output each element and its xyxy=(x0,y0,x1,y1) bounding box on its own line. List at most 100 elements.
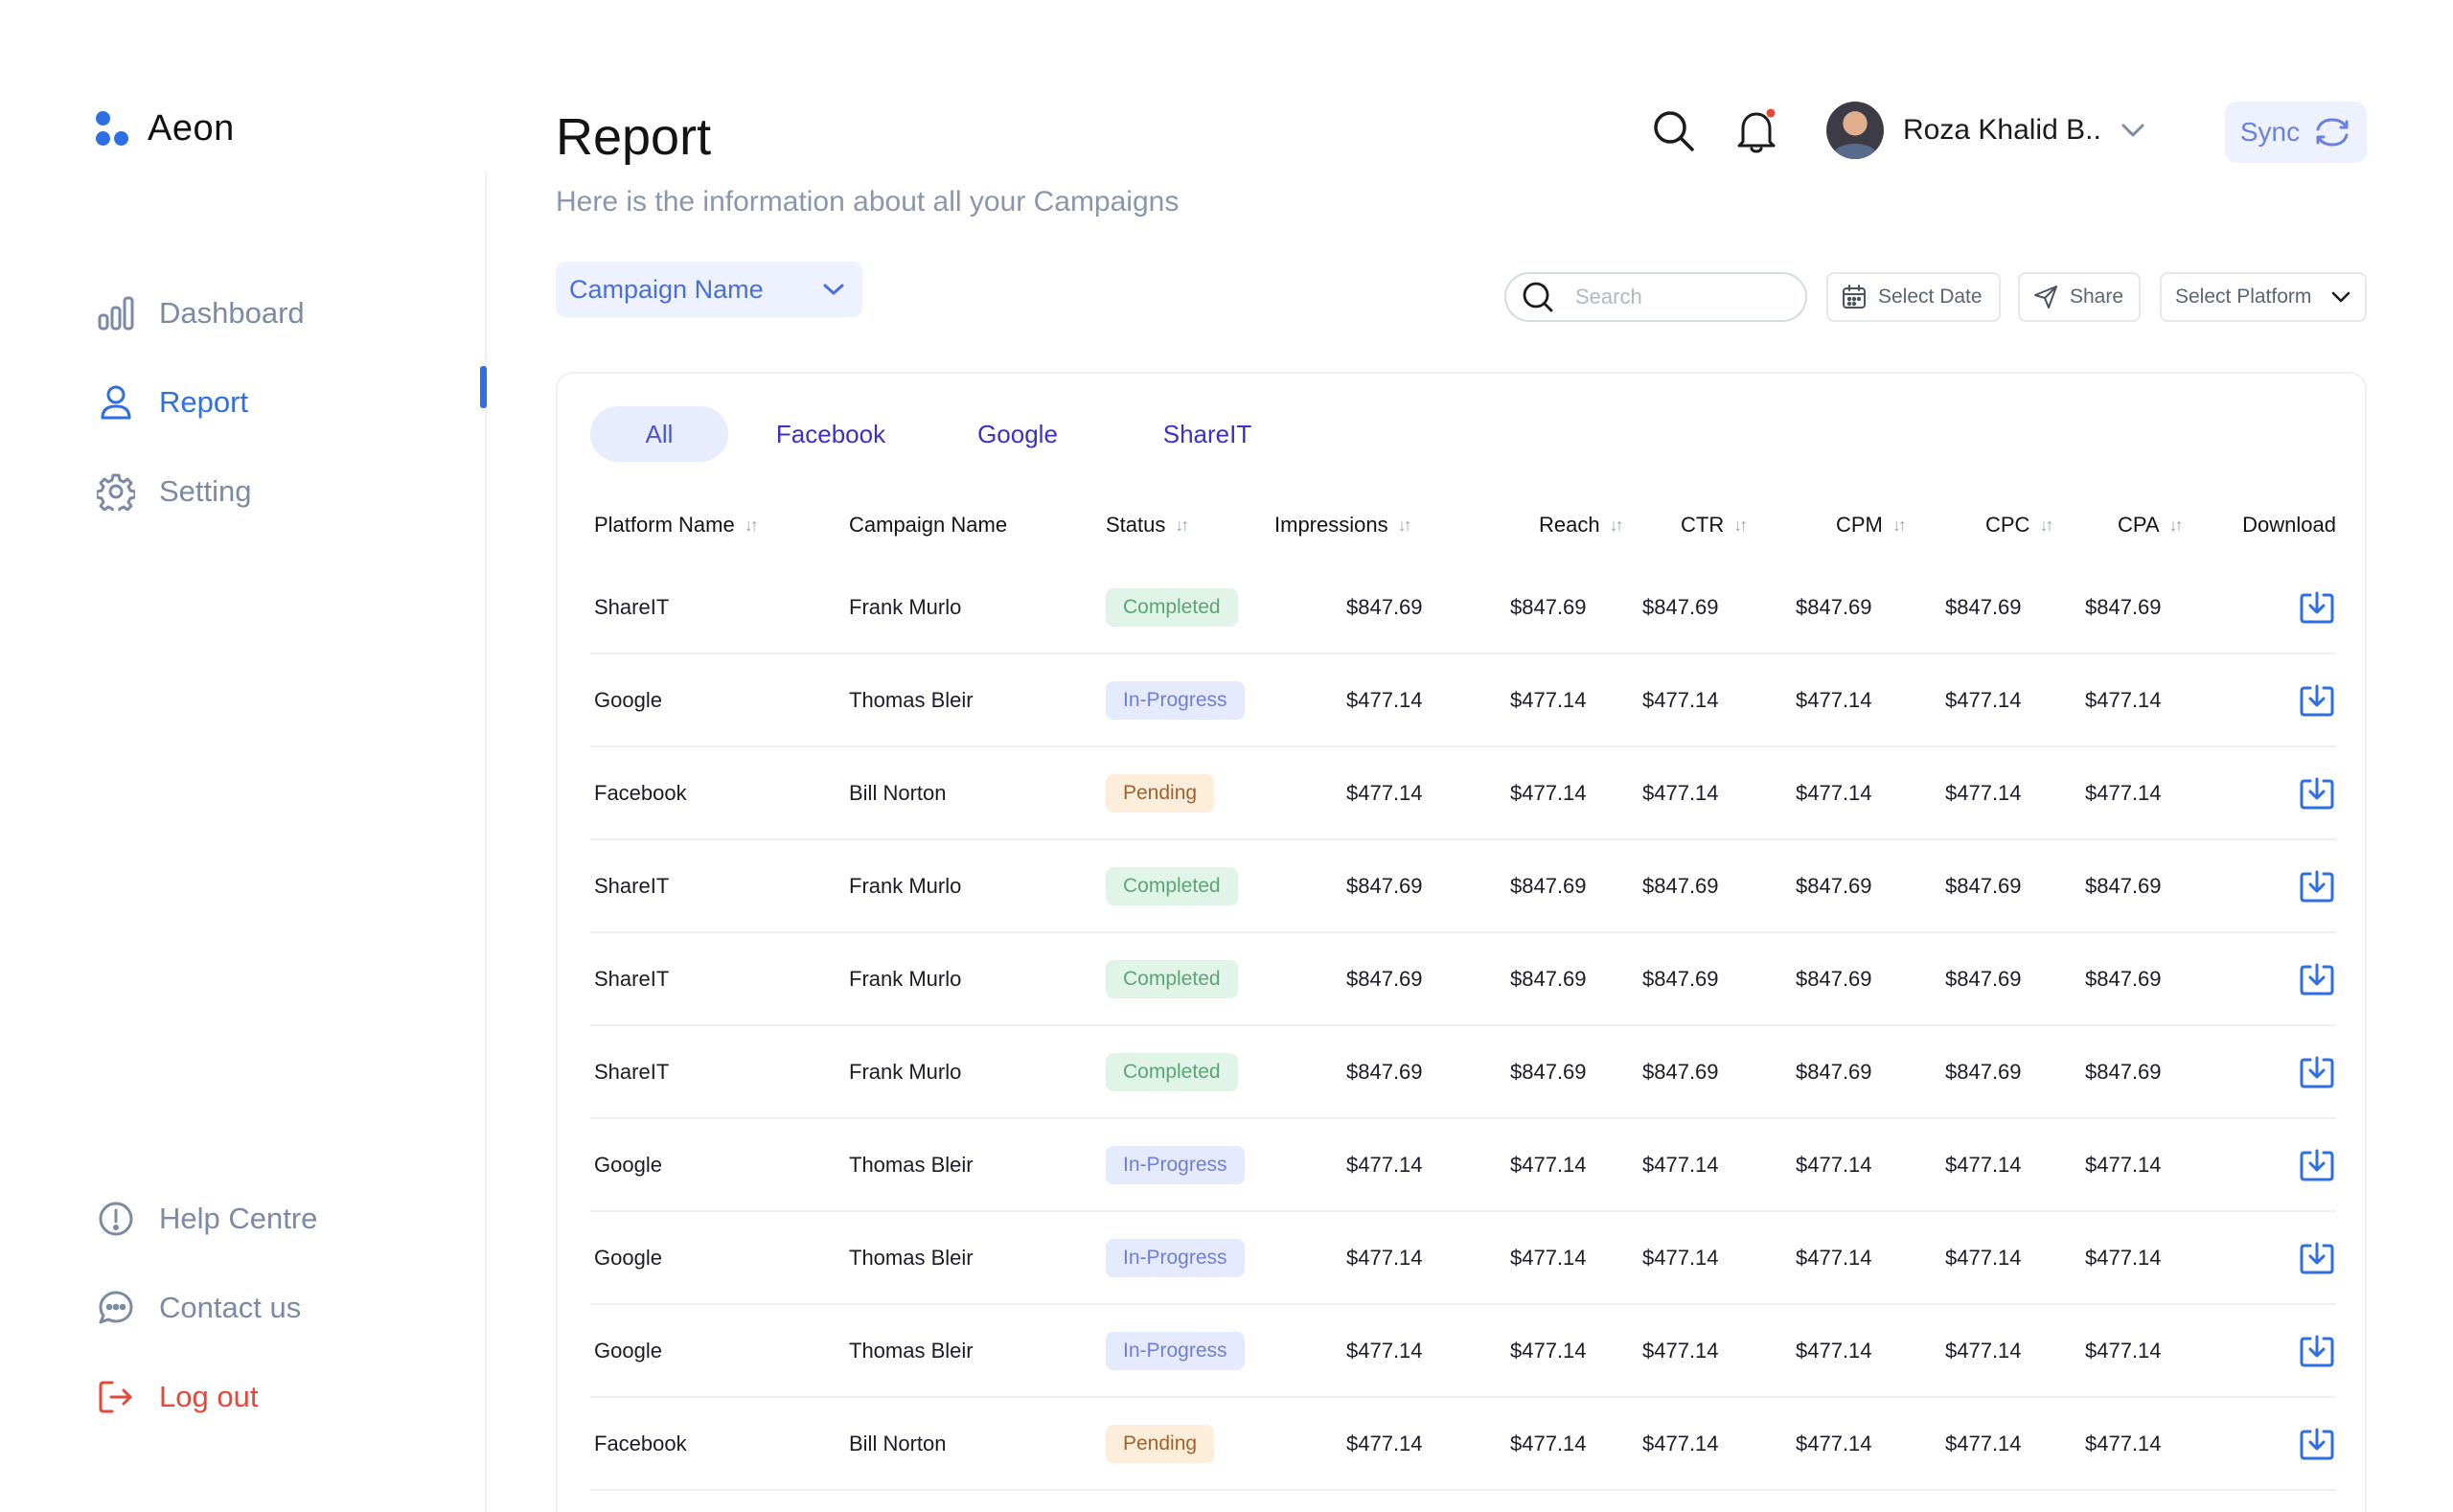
cpa-cell: $847.69 xyxy=(2085,1059,2162,1084)
info-circle-icon xyxy=(96,1199,136,1239)
tab-google[interactable]: Google xyxy=(933,406,1102,462)
status-cell: In-Progress xyxy=(1106,1238,1274,1277)
tab-shareit[interactable]: ShareIT xyxy=(1102,406,1313,462)
download-button[interactable] xyxy=(2298,774,2336,813)
download-button[interactable] xyxy=(2298,1332,2336,1370)
sync-label: Sync xyxy=(2239,117,2301,147)
logout-icon xyxy=(96,1377,136,1417)
table-row: Google Thomas Bleir In-Progress $477.14 $477… xyxy=(590,1305,2336,1398)
download-cell xyxy=(2208,588,2336,627)
table-row: ShareIT Frank Murlo Completed $847.69 $847.6… xyxy=(590,1026,2336,1119)
download-button[interactable] xyxy=(2298,867,2336,905)
reach-cell: $477.14 xyxy=(1510,1152,1587,1177)
reach-cell: $847.69 xyxy=(1510,966,1587,991)
cpm-cell: $847.69 xyxy=(1796,594,1872,619)
campaign-name-select[interactable]: Campaign Name xyxy=(556,262,862,317)
status-badge: Completed xyxy=(1106,587,1238,627)
download-button[interactable] xyxy=(2298,588,2336,627)
column-header-label: CPM xyxy=(1836,513,1883,537)
cpa-cell: $847.69 xyxy=(2085,966,2162,991)
campaign-name-cell: Frank Murlo xyxy=(849,966,962,991)
sidebar-item-label: Setting xyxy=(159,473,252,508)
cpa-cell: $477.14 xyxy=(2085,1431,2162,1455)
impressions-cell: $847.69 xyxy=(1346,1059,1423,1084)
download-cell xyxy=(2208,960,2336,998)
download-cell xyxy=(2208,1239,2336,1277)
select-date-button[interactable]: Select Date xyxy=(1826,272,2001,322)
platform-name-cell: ShareIT xyxy=(594,594,670,619)
table-row: Google Thomas Bleir In-Progress $477.14 $477… xyxy=(590,1212,2336,1305)
sort-icon: ↓↑ xyxy=(2168,515,2184,535)
column-header-campaign-name: Campaign Name xyxy=(849,513,1106,538)
campaign-name-cell: Thomas Bleir xyxy=(849,1338,974,1363)
tab-facebook[interactable]: Facebook xyxy=(728,406,933,462)
app-name: Aeon xyxy=(148,108,235,149)
avatar xyxy=(1826,102,1884,159)
sidebar-item-label: Help Centre xyxy=(159,1201,318,1235)
ctr-cell: $847.69 xyxy=(1642,873,1719,898)
sync-button[interactable]: Sync xyxy=(2225,102,2367,163)
platform-name-cell: Facebook xyxy=(594,780,687,805)
header-search-button[interactable] xyxy=(1650,107,1698,155)
tab-all[interactable]: All xyxy=(590,406,728,462)
sync-icon xyxy=(2316,118,2349,147)
column-header-impressions[interactable]: Impressions ↓↑ xyxy=(1274,513,1501,538)
download-cell xyxy=(2208,774,2336,813)
column-header-cpm[interactable]: CPM ↓↑ xyxy=(1796,513,1945,538)
status-badge: In-Progress xyxy=(1106,1331,1245,1370)
impressions-cell: $847.69 xyxy=(1346,873,1423,898)
download-button[interactable] xyxy=(2298,1425,2336,1463)
bell-icon xyxy=(1737,108,1776,153)
search-input[interactable] xyxy=(1575,285,1786,309)
download-button[interactable] xyxy=(2298,960,2336,998)
download-button[interactable] xyxy=(2298,1239,2336,1277)
column-header-reach[interactable]: Reach ↓↑ xyxy=(1501,513,1642,538)
impressions-cell: $477.14 xyxy=(1346,780,1423,805)
reach-cell: $477.14 xyxy=(1510,780,1587,805)
sidebar-item-dashboard[interactable]: Dashboard xyxy=(96,268,305,357)
download-button[interactable] xyxy=(2298,1146,2336,1184)
impressions-cell: $477.14 xyxy=(1346,687,1423,712)
status-cell: In-Progress xyxy=(1106,680,1274,720)
download-cell xyxy=(2208,1146,2336,1184)
sidebar-item-log-out[interactable]: Log out xyxy=(96,1352,317,1441)
sidebar-item-label: Contact us xyxy=(159,1290,302,1324)
sidebar-item-contact-us[interactable]: Contact us xyxy=(96,1263,317,1352)
campaign-name-cell: Bill Norton xyxy=(849,1431,947,1455)
campaign-select-label: Campaign Name xyxy=(569,274,764,304)
cpc-cell: $477.14 xyxy=(1945,780,2022,805)
impressions-cell: $477.14 xyxy=(1346,1338,1423,1363)
status-badge: In-Progress xyxy=(1106,680,1245,720)
sidebar-item-setting[interactable]: Setting xyxy=(96,447,305,536)
search-icon xyxy=(1654,111,1694,151)
table-row: Facebook Bill Norton Pending $477.14 $477.14… xyxy=(590,747,2336,840)
notifications-button[interactable] xyxy=(1732,105,1780,157)
app-logo[interactable]: Aeon xyxy=(96,108,235,149)
cpa-cell: $477.14 xyxy=(2085,1338,2162,1363)
column-header-cpc[interactable]: CPC ↓↑ xyxy=(1945,513,2085,538)
column-header-status[interactable]: Status ↓↑ xyxy=(1106,513,1274,538)
sidebar-item-help-centre[interactable]: Help Centre xyxy=(96,1174,317,1263)
status-badge: Completed xyxy=(1106,866,1238,905)
ctr-cell: $477.14 xyxy=(1642,780,1719,805)
platform-name-cell: Google xyxy=(594,1338,662,1363)
download-button[interactable] xyxy=(2298,681,2336,720)
select-platform-dropdown[interactable]: Select Platform xyxy=(2160,272,2367,322)
sort-icon: ↓↑ xyxy=(1733,515,1748,535)
ctr-cell: $847.69 xyxy=(1642,1059,1719,1084)
download-cell xyxy=(2208,1053,2336,1091)
sidebar-item-report[interactable]: Report xyxy=(96,357,305,447)
user-profile-menu[interactable]: Roza Khalid B.. xyxy=(1826,102,2145,159)
column-header-label: Campaign Name xyxy=(849,513,1008,537)
campaign-name-cell: Frank Murlo xyxy=(849,873,962,898)
column-header-cpa[interactable]: CPA ↓↑ xyxy=(2085,513,2208,538)
share-button[interactable]: Share xyxy=(2018,272,2141,322)
status-cell: In-Progress xyxy=(1106,1145,1274,1184)
column-header-ctr[interactable]: CTR ↓↑ xyxy=(1642,513,1796,538)
campaign-name-cell: Thomas Bleir xyxy=(849,1245,974,1270)
download-cell xyxy=(2208,1332,2336,1370)
download-button[interactable] xyxy=(2298,1053,2336,1091)
column-header-platform-name[interactable]: Platform Name ↓↑ xyxy=(590,513,849,538)
status-cell: Completed xyxy=(1106,866,1274,905)
sidebar-item-label: Report xyxy=(159,384,249,419)
